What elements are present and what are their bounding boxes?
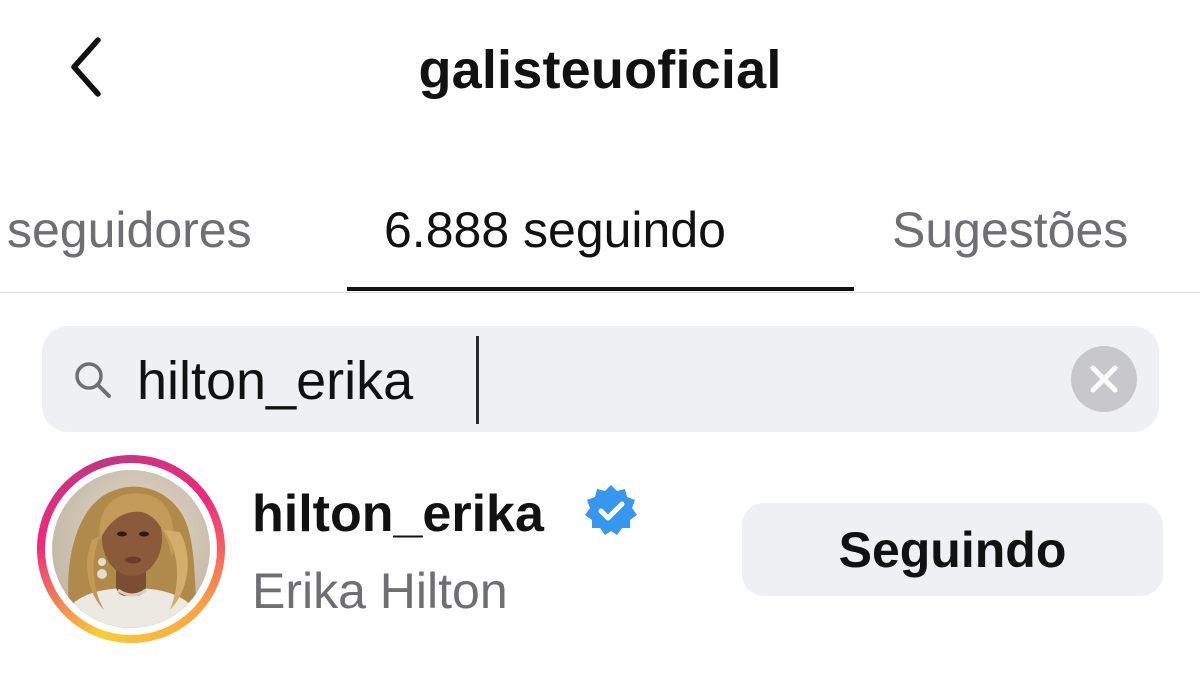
active-tab-indicator xyxy=(347,287,854,291)
tab-suggestions[interactable]: Sugestões xyxy=(892,190,1128,270)
profile-username-title: galisteuoficial xyxy=(418,40,782,100)
clear-search-icon[interactable] xyxy=(1071,346,1137,412)
tab-followers[interactable]: seguidores xyxy=(7,190,252,270)
verified-badge-icon xyxy=(582,482,640,540)
tab-following[interactable]: 6.888 seguindo xyxy=(384,190,726,270)
avatar[interactable] xyxy=(52,470,210,628)
result-full-name: Erika Hilton xyxy=(252,563,508,619)
search-icon xyxy=(72,359,114,401)
tabs-divider xyxy=(0,292,1200,293)
search-input[interactable]: hilton_erika xyxy=(137,346,413,416)
following-button[interactable]: Seguindo xyxy=(742,503,1163,596)
text-cursor xyxy=(476,336,479,424)
result-username[interactable]: hilton_erika xyxy=(252,480,544,548)
